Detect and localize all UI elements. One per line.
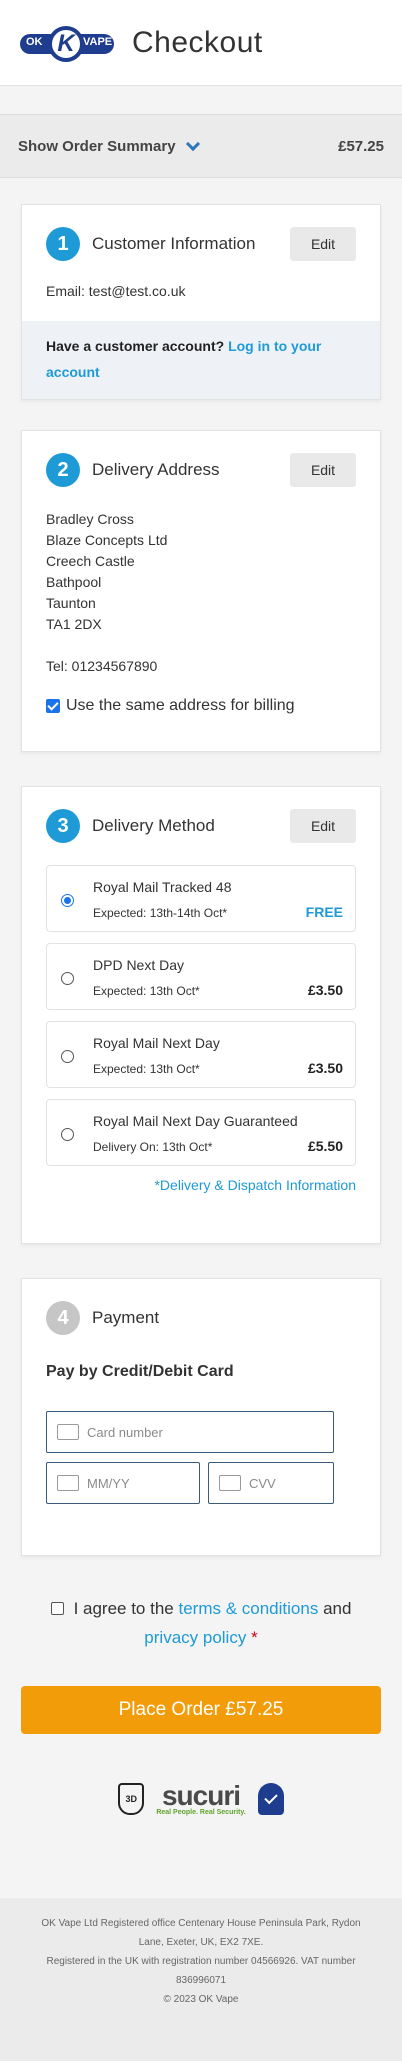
shipping-option[interactable]: Royal Mail Next Day Expected: 13th Oct* … [46,1021,356,1088]
address-line: Taunton [46,595,96,611]
cvv-field[interactable]: CVV [208,1462,334,1504]
logo-ok-text: OK [26,35,43,48]
shipping-name: Royal Mail Tracked 48 [93,879,232,895]
card-title: Delivery Method [92,816,215,835]
address-line: Blaze Concepts Ltd [46,532,168,548]
step-number: 3 [46,809,80,843]
order-total: £57.25 [338,137,384,155]
footer-copyright: © 2023 OK Vape [163,1994,239,2005]
same-billing-label: Use the same address for billing [66,697,295,714]
terms-agreement: I agree to the terms & conditions and pr… [0,1594,402,1652]
card-number-placeholder: Card number [87,1424,163,1440]
payment-body: Pay by Credit/Debit Card Card number MM/… [22,1363,380,1504]
telephone: Tel: 01234567890 [46,658,158,674]
logo-k-circle: K [48,25,84,62]
trust-badges: 3D sucuri Real People. Real Security. [0,1779,402,1816]
footer-address: OK Vape Ltd Registered office Centenary … [41,1918,361,1948]
payment-card: 4 Payment Pay by Credit/Debit Card Card … [21,1278,381,1556]
card-header: 1 Customer Information Edit [22,205,380,283]
step-number: 4 [46,1301,80,1335]
sucuri-wordmark: sucuri [161,1779,241,1811]
edit-method-button[interactable]: Edit [290,809,356,843]
shipping-expected: Delivery On: 13th Oct* [93,1140,213,1154]
shipping-price: £5.50 [307,1138,343,1154]
delivery-address-card: 2 Delivery Address Edit Bradley Cross Bl… [21,430,381,752]
required-marker: * [251,1628,258,1647]
card-lock-icon [219,1475,241,1491]
address-line: Creech Castle [46,553,135,569]
delivery-method-card: 3 Delivery Method Edit Royal Mail Tracke… [21,786,381,1244]
privacy-link[interactable]: privacy policy [144,1628,246,1647]
shipping-expected: Expected: 13th Oct* [93,1062,200,1076]
terms-text: I agree to the terms & conditions and pr… [50,1594,352,1652]
footer-registration: Registered in the UK with registration n… [46,1956,356,1986]
sucuri-tagline: Real People. Real Security. [156,1808,246,1816]
step-number: 1 [46,227,80,261]
shipping-radio[interactable] [61,1050,74,1063]
address-line: Bathpool [46,574,102,590]
shipping-radio[interactable] [61,1128,74,1141]
edit-customer-button[interactable]: Edit [290,227,356,261]
place-order-button[interactable]: Place Order £57.25 [21,1686,381,1734]
terms-checkbox[interactable] [50,1602,64,1615]
shipping-expected: Expected: 13th Oct* [93,984,200,998]
expiry-placeholder: MM/YY [87,1475,130,1491]
card-title: Customer Information [92,234,256,253]
customer-information-card: 1 Customer Information Edit Email: test@… [21,204,381,400]
security-check-badge-icon [257,1783,284,1815]
card-header: 3 Delivery Method Edit [22,787,380,865]
shipping-radio[interactable] [61,894,74,907]
shipping-expected: Expected: 13th-14th Oct* [93,906,228,920]
account-prompt-text: Have a customer account? [46,338,225,354]
card-header: 4 Payment [22,1279,380,1357]
address-line: Bradley Cross [46,511,134,527]
card-number-field[interactable]: Card number [46,1411,334,1453]
payment-subtitle: Pay by Credit/Debit Card [46,1363,234,1380]
ok-vape-logo[interactable]: OK K VAPE [20,25,114,62]
shipping-price: £3.50 [307,1060,343,1076]
order-summary-toggle[interactable]: Show Order Summary [18,136,200,155]
shipping-price: FREE [305,904,343,920]
cvv-placeholder: CVV [249,1475,276,1491]
site-footer: OK Vape Ltd Registered office Centenary … [0,1898,402,2061]
same-billing-row[interactable]: Use the same address for billing [46,697,356,715]
card-header: 2 Delivery Address Edit [22,431,380,509]
address-block: Bradley Cross Blaze Concepts Ltd Creech … [22,509,380,715]
shipping-options: Royal Mail Tracked 48 Expected: 13th-14t… [22,865,380,1193]
terms-and: and [323,1599,352,1618]
shipping-name: Royal Mail Next Day [93,1035,220,1051]
expiry-field[interactable]: MM/YY [46,1462,200,1504]
order-summary-label: Show Order Summary [18,137,176,155]
credit-card-icon [57,1424,79,1440]
step-number: 2 [46,453,80,487]
site-header: OK K VAPE Checkout [0,0,402,86]
shipping-name: DPD Next Day [93,957,185,973]
expiry-cvv-row: MM/YY CVV [46,1462,356,1504]
logo-vape-text: VAPE [83,35,113,48]
customer-email: Email: test@test.co.uk [46,283,186,299]
card-title: Payment [92,1308,160,1327]
address-line: TA1 2DX [46,616,102,632]
edit-address-button[interactable]: Edit [290,453,356,487]
calendar-icon [57,1475,79,1491]
page-title: Checkout [132,25,263,59]
terms-prefix: I agree to the [73,1599,174,1618]
same-billing-checkbox[interactable] [46,699,60,713]
order-summary-bar[interactable]: Show Order Summary £57.25 [0,114,402,178]
dispatch-info-link[interactable]: *Delivery & Dispatch Information [46,1177,356,1193]
sucuri-logo: sucuri Real People. Real Security. [156,1779,246,1816]
3d-secure-badge-icon: 3D [118,1783,145,1815]
account-prompt-box: Have a customer account? Log in to your … [22,321,380,399]
shipping-radio[interactable] [61,972,74,985]
card-title: Delivery Address [92,460,220,479]
shipping-option[interactable]: DPD Next Day Expected: 13th Oct* £3.50 [46,943,356,1010]
shipping-price: £3.50 [307,982,343,998]
chevron-down-icon [185,136,200,151]
shipping-option[interactable]: Royal Mail Tracked 48 Expected: 13th-14t… [46,865,356,932]
shipping-option[interactable]: Royal Mail Next Day Guaranteed Delivery … [46,1099,356,1166]
shipping-name: Royal Mail Next Day Guaranteed [93,1113,298,1129]
terms-link[interactable]: terms & conditions [178,1599,318,1618]
